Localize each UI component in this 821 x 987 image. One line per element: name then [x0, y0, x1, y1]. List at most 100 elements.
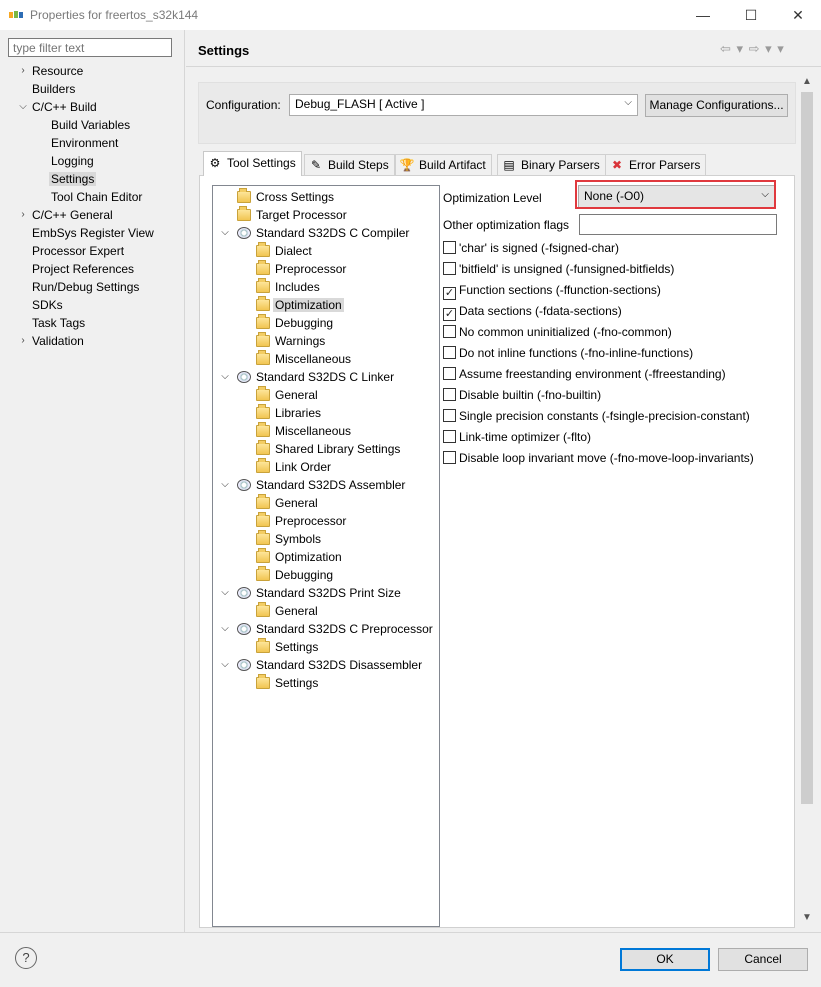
minimize-button[interactable]: — — [680, 0, 726, 30]
tab-binary-parsers[interactable]: ▤ Binary Parsers — [497, 154, 606, 175]
nav-item-tool-chain-editor[interactable]: Tool Chain Editor — [51, 188, 142, 206]
chevron-right-icon[interactable]: › — [17, 62, 29, 80]
tree-node-shared-library-settings[interactable]: Shared Library Settings — [256, 440, 400, 458]
tree-node-optimization[interactable]: Optimization — [256, 548, 342, 566]
tree-node-includes[interactable]: Includes — [256, 278, 320, 296]
tree-node-symbols[interactable]: Symbols — [256, 530, 321, 548]
close-button[interactable]: ✕ — [775, 0, 821, 30]
checkbox[interactable] — [443, 262, 456, 275]
nav-item-run-debug-settings[interactable]: Run/Debug Settings — [32, 278, 139, 296]
tab-error-parsers[interactable]: ✖ Error Parsers — [605, 154, 707, 175]
tree-node-standard-s32ds-assembler[interactable]: ⌵ Standard S32DS Assembler — [221, 476, 405, 494]
option-assume-freestanding-environment-ffreestanding[interactable]: Assume freestanding environment (-ffrees… — [443, 367, 726, 385]
tree-node-target-processor[interactable]: Target Processor — [237, 206, 347, 224]
tree-node-settings[interactable]: Settings — [256, 638, 318, 656]
chevron-right-icon[interactable]: › — [17, 206, 29, 224]
tree-node-standard-s32ds-print-size[interactable]: ⌵ Standard S32DS Print Size — [221, 584, 401, 602]
tree-node-general[interactable]: General — [256, 386, 318, 404]
option-no-common-uninitialized-fno-common[interactable]: No common uninitialized (-fno-common) — [443, 325, 672, 343]
nav-item-task-tags[interactable]: Task Tags — [32, 314, 85, 332]
error-icon: ✖ — [611, 158, 623, 172]
option-single-precision-constants-fsingle-precision-constant[interactable]: Single precision constants (-fsingle-pre… — [443, 409, 750, 427]
configuration-label: Configuration: — [206, 98, 281, 112]
scrollbar-thumb[interactable] — [801, 92, 813, 804]
tree-node-miscellaneous[interactable]: Miscellaneous — [256, 422, 351, 440]
chevron-down-icon[interactable]: ⌵ — [219, 584, 231, 602]
tree-node-miscellaneous[interactable]: Miscellaneous — [256, 350, 351, 368]
tree-node-general[interactable]: General — [256, 494, 318, 512]
checkbox[interactable]: ✓ — [443, 308, 456, 321]
scroll-up-arrow-icon[interactable]: ▲ — [799, 76, 815, 90]
sash-divider[interactable] — [184, 30, 185, 932]
ok-button[interactable]: OK — [620, 948, 710, 971]
option-data-sections-fdata-sections[interactable]: ✓ Data sections (-fdata-sections) — [443, 304, 622, 322]
tree-node-warnings[interactable]: Warnings — [256, 332, 325, 350]
cancel-button[interactable]: Cancel — [718, 948, 808, 971]
tree-node-standard-s32ds-c-preprocessor[interactable]: ⌵ Standard S32DS C Preprocessor — [221, 620, 433, 638]
chevron-down-icon[interactable]: ⌵ — [219, 656, 231, 674]
checkbox[interactable] — [443, 241, 456, 254]
history-nav-buttons[interactable]: ⇦ ▾ ⇨ ▾ ▾ — [720, 41, 785, 57]
nav-item-validation[interactable]: › Validation — [21, 332, 84, 350]
nav-item-settings[interactable]: Settings — [49, 170, 97, 188]
checkbox[interactable] — [443, 388, 456, 401]
nav-item-sdks[interactable]: SDKs — [32, 296, 63, 314]
manage-configurations-button[interactable]: Manage Configurations... — [645, 94, 788, 117]
option-link-time-optimizer-flto[interactable]: Link-time optimizer (-flto) — [443, 430, 591, 448]
tree-node-preprocessor[interactable]: Preprocessor — [256, 512, 346, 530]
tree-node-cross-settings[interactable]: Cross Settings — [237, 188, 334, 206]
tree-node-standard-s32ds-disassembler[interactable]: ⌵ Standard S32DS Disassembler — [221, 656, 422, 674]
tree-node-link-order[interactable]: Link Order — [256, 458, 331, 476]
chevron-down-icon[interactable]: ⌵ — [219, 368, 231, 386]
nav-item-c-c-general[interactable]: › C/C++ General — [21, 206, 112, 224]
tab-build-artifact[interactable]: 🏆 Build Artifact — [395, 154, 492, 175]
chevron-down-icon[interactable]: ⌵ — [17, 98, 29, 116]
checkbox[interactable] — [443, 346, 456, 359]
tree-node-libraries[interactable]: Libraries — [256, 404, 321, 422]
checkbox[interactable] — [443, 430, 456, 443]
nav-item-c-c-build[interactable]: ⌵ C/C++ Build — [19, 98, 97, 116]
checkbox[interactable]: ✓ — [443, 287, 456, 300]
chevron-down-icon[interactable]: ⌵ — [219, 620, 231, 638]
chevron-right-icon[interactable]: › — [17, 332, 29, 350]
maximize-button[interactable]: ☐ — [728, 0, 774, 30]
configuration-select[interactable]: Debug_FLASH [ Active ] ⌵ — [289, 94, 638, 116]
other-flags-input[interactable] — [579, 214, 777, 235]
nav-item-processor-expert[interactable]: Processor Expert — [32, 242, 124, 260]
scroll-down-arrow-icon[interactable]: ▼ — [799, 912, 815, 926]
tree-node-standard-s32ds-c-compiler[interactable]: ⌵ Standard S32DS C Compiler — [221, 224, 409, 242]
option-function-sections-ffunction-sections[interactable]: ✓ Function sections (-ffunction-sections) — [443, 283, 661, 301]
nav-item-embsys-register-view[interactable]: EmbSys Register View — [32, 224, 154, 242]
checkbox[interactable] — [443, 451, 456, 464]
nav-item-builders[interactable]: Builders — [32, 80, 75, 98]
nav-item-label: Builders — [32, 82, 76, 96]
filter-input[interactable] — [8, 38, 172, 57]
folder-icon — [256, 638, 270, 653]
help-icon[interactable]: ? — [15, 947, 37, 969]
tree-node-dialect[interactable]: Dialect — [256, 242, 312, 260]
checkbox[interactable] — [443, 409, 456, 422]
checkbox[interactable] — [443, 325, 456, 338]
tree-node-debugging[interactable]: Debugging — [256, 566, 333, 584]
nav-item-build-variables[interactable]: Build Variables — [51, 116, 130, 134]
option-do-not-inline-functions-fno-inline-functions[interactable]: Do not inline functions (-fno-inline-fun… — [443, 346, 693, 364]
nav-item-project-references[interactable]: Project References — [32, 260, 134, 278]
chevron-down-icon[interactable]: ⌵ — [219, 476, 231, 494]
nav-item-environment[interactable]: Environment — [51, 134, 118, 152]
option-disable-builtin-fno-builtin[interactable]: Disable builtin (-fno-builtin) — [443, 388, 601, 406]
tab-tool-settings[interactable]: ⚙ Tool Settings — [203, 151, 302, 176]
tree-node-standard-s32ds-c-linker[interactable]: ⌵ Standard S32DS C Linker — [221, 368, 394, 386]
option-bitfield-is-unsigned-funsigned-bitfields[interactable]: 'bitfield' is unsigned (-funsigned-bitfi… — [443, 262, 674, 280]
checkbox[interactable] — [443, 367, 456, 380]
tree-node-settings[interactable]: Settings — [256, 674, 318, 692]
chevron-down-icon[interactable]: ⌵ — [219, 224, 231, 242]
nav-item-logging[interactable]: Logging — [51, 152, 94, 170]
tree-node-preprocessor[interactable]: Preprocessor — [256, 260, 346, 278]
nav-item-resource[interactable]: › Resource — [21, 62, 83, 80]
tree-node-general[interactable]: General — [256, 602, 318, 620]
tab-build-steps[interactable]: ✎ Build Steps — [304, 154, 395, 175]
tree-node-optimization[interactable]: Optimization — [256, 296, 344, 314]
option-char-is-signed-fsigned-char[interactable]: 'char' is signed (-fsigned-char) — [443, 241, 619, 259]
option-disable-loop-invariant-move-fno-move-loop-invariants[interactable]: Disable loop invariant move (-fno-move-l… — [443, 451, 754, 469]
tree-node-debugging[interactable]: Debugging — [256, 314, 333, 332]
